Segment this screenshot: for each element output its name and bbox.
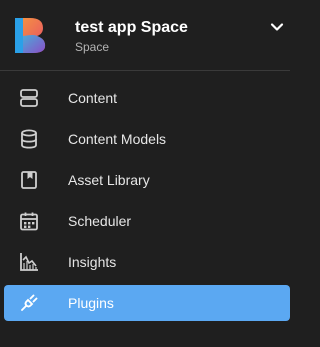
sidebar-item-content[interactable]: Content	[4, 80, 290, 116]
sidebar-item-scheduler[interactable]: Scheduler	[4, 203, 290, 239]
sidebar-item-label: Asset Library	[68, 172, 150, 188]
sidebar-item-insights[interactable]: Insights	[4, 244, 290, 280]
plug-icon	[18, 292, 40, 314]
database-icon	[18, 128, 40, 150]
header-divider	[0, 70, 290, 71]
space-switcher[interactable]: test app Space Space	[0, 0, 290, 70]
chevron-down-icon[interactable]	[270, 20, 284, 34]
sidebar-item-label: Insights	[68, 254, 117, 270]
space-name: test app Space	[75, 19, 188, 36]
sidebar-item-asset-library[interactable]: Asset Library	[4, 162, 290, 198]
content-icon	[18, 87, 40, 109]
sidebar-item-plugins[interactable]: Plugins	[4, 285, 290, 321]
asset-library-icon	[18, 169, 40, 191]
sidebar-item-label: Content Models	[68, 131, 167, 147]
sidebar-item-label: Plugins	[68, 295, 114, 311]
sidebar-panel: test app Space Space Content Content Mod…	[0, 0, 290, 347]
sidebar-item-label: Content	[68, 90, 118, 106]
chart-icon	[18, 251, 40, 273]
sidebar-item-label: Scheduler	[68, 213, 132, 229]
calendar-icon	[18, 210, 40, 232]
space-type-label: Space	[75, 40, 110, 54]
app-logo-icon	[13, 16, 47, 54]
sidebar-item-content-models[interactable]: Content Models	[4, 121, 290, 157]
